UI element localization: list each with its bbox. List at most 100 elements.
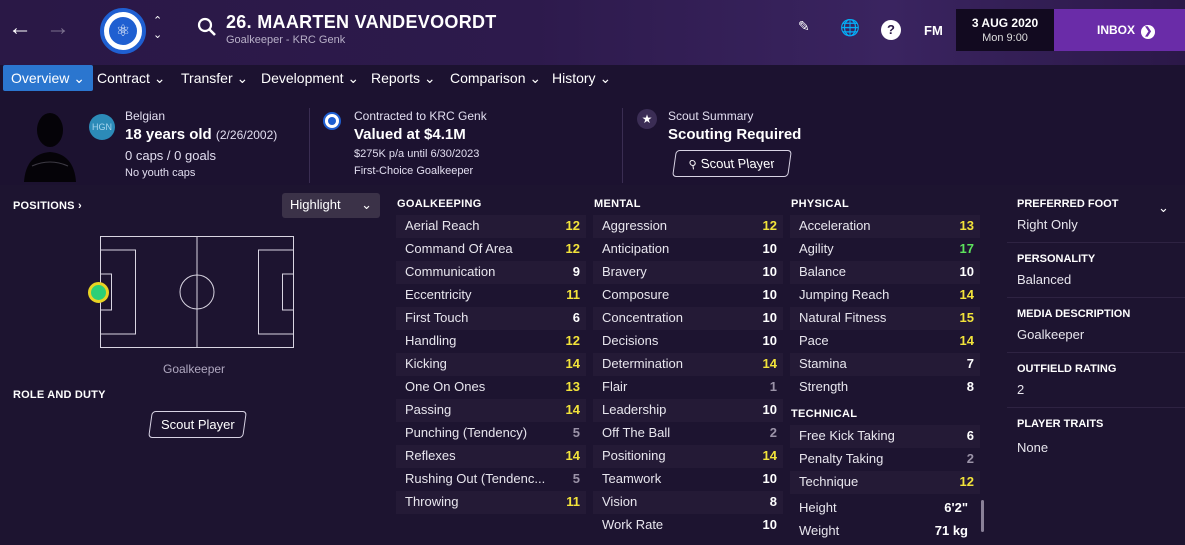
attribute-row[interactable]: One On Ones 13 [396,376,586,399]
player-traits-label: PLAYER TRAITS [1017,418,1104,430]
player-switch-icon[interactable]: ⌃ ⌄ [153,14,162,42]
attribute-row[interactable]: Flair 1 [593,376,783,399]
attribute-row[interactable]: Handling 12 [396,330,586,353]
inbox-button[interactable]: INBOX ❯ [1054,9,1185,51]
attribute-row[interactable]: Natural Fitness 15 [790,307,980,330]
attribute-row[interactable]: Decisions 10 [593,330,783,353]
attribute-row[interactable]: Bravery 10 [593,261,783,284]
tab-transfer[interactable]: Transfer ⌄ [173,65,256,91]
outfield-rating-value: 2 [1017,382,1025,397]
attribute-row[interactable]: Pace 14 [790,330,980,353]
pitch-diagram [100,236,294,348]
attribute-row[interactable]: Penalty Taking 2 [790,448,980,471]
forward-arrow-icon[interactable]: → [46,14,70,42]
attribute-name: Strength [799,379,849,394]
highlight-dropdown[interactable]: Highlight ⌄ [282,193,380,218]
attribute-name: Eccentricity [405,287,472,302]
globe-icon[interactable]: 🌐 [840,18,860,38]
attribute-value: 12 [565,241,580,256]
attribute-row[interactable]: Vision 8 [593,491,783,514]
edit-icon[interactable]: ✎ [798,18,810,35]
attribute-row[interactable]: Free Kick Taking 6 [790,425,980,448]
attribute-row[interactable]: Work Rate 10 [593,514,783,537]
attribute-row[interactable]: Passing 14 [396,399,586,422]
attribute-row[interactable]: Stamina 7 [790,353,980,376]
measurement-row: Weight 71 kg [790,520,974,543]
attribute-row[interactable]: Kicking 14 [396,353,586,376]
position-name: Goalkeeper [163,362,226,376]
attribute-row[interactable]: First Touch 6 [396,307,586,330]
role-scout-player-button[interactable]: Scout Player [148,411,247,438]
preferred-foot-value: Right Only [1017,217,1078,232]
attribute-name: Handling [405,333,457,348]
attribute-row[interactable]: Concentration 10 [593,307,783,330]
attribute-value: 10 [762,264,777,279]
attribute-row[interactable]: Balance 10 [790,261,980,284]
nationality[interactable]: Belgian [125,109,165,123]
attribute-row[interactable]: Positioning 14 [593,445,783,468]
chevron-down-icon[interactable]: ⌄ [1158,200,1169,216]
attribute-name: Technique [799,474,859,489]
squad-status: First-Choice Goalkeeper [354,165,474,177]
attribute-name: Teamwork [602,471,662,486]
back-arrow-icon[interactable]: ← [8,14,32,42]
physical-title: PHYSICAL [791,198,850,210]
side-divider [1007,297,1185,298]
date-box[interactable]: 3 AUG 2020 Mon 9:00 [956,9,1054,51]
contracted-to[interactable]: Contracted to KRC Genk [354,109,487,123]
attribute-row[interactable]: Reflexes 14 [396,445,586,468]
tab-history[interactable]: History ⌄ [544,65,619,91]
highlight-label: Highlight [290,197,341,212]
club-badge[interactable]: ⚛ [100,8,146,54]
player-subtitle[interactable]: Goalkeeper - KRC Genk [226,34,345,46]
attribute-row[interactable]: Determination 14 [593,353,783,376]
attribute-name: Punching (Tendency) [405,425,528,440]
tab-development[interactable]: Development ⌄ [253,65,367,91]
attribute-name: Aggression [602,218,668,233]
nation-flag-icon[interactable]: HGN [89,114,115,140]
attribute-row[interactable]: Teamwork 10 [593,468,783,491]
scrollbar[interactable] [981,500,984,532]
attribute-row[interactable]: Acceleration 13 [790,215,980,238]
attribute-value: 10 [762,287,777,302]
attribute-row[interactable]: Leadership 10 [593,399,783,422]
media-description-label: MEDIA DESCRIPTION [1017,308,1131,320]
tab-contract[interactable]: Contract ⌄ [89,65,174,91]
attribute-value: 12 [565,218,580,233]
attribute-name: Penalty Taking [799,451,884,466]
attribute-row[interactable]: Anticipation 10 [593,238,783,261]
attribute-row[interactable]: Technique 12 [790,471,980,494]
attribute-row[interactable]: Command Of Area 12 [396,238,586,261]
attribute-value: 10 [762,241,777,256]
attribute-row[interactable]: Agility 17 [790,238,980,261]
attribute-name: Acceleration [799,218,871,233]
attribute-value: 8 [769,494,777,509]
tab-overview[interactable]: Overview ⌄ [3,65,93,91]
tab-reports[interactable]: Reports ⌄ [363,65,444,91]
attribute-row[interactable]: Rushing Out (Tendenc... 5 [396,468,586,491]
tab-comparison[interactable]: Comparison ⌄ [442,65,549,91]
attribute-row[interactable]: Composure 10 [593,284,783,307]
attribute-row[interactable]: Punching (Tendency) 5 [396,422,586,445]
attribute-row[interactable]: Eccentricity 11 [396,284,586,307]
attribute-row[interactable]: Throwing 11 [396,491,586,514]
attribute-row[interactable]: Off The Ball 2 [593,422,783,445]
attribute-name: Kicking [405,356,447,371]
goalkeeper-position-marker[interactable] [88,282,109,303]
attribute-row[interactable]: Jumping Reach 14 [790,284,980,307]
positions-link[interactable]: POSITIONS › [13,200,82,212]
attribute-row[interactable]: Strength 8 [790,376,980,399]
help-icon[interactable]: ? [881,20,901,40]
player-traits-value: None [1017,440,1049,455]
fm-logo[interactable]: FM [924,23,943,38]
scout-summary-title: Scout Summary [668,109,754,123]
scout-player-button[interactable]: ⚲ Scout Player [672,150,792,177]
attribute-name: Flair [602,379,628,394]
attribute-row[interactable]: Communication 9 [396,261,586,284]
attribute-name: Reflexes [405,448,456,463]
search-icon[interactable] [196,16,218,38]
player-avatar [24,113,76,182]
attribute-row[interactable]: Aggression 12 [593,215,783,238]
attribute-row[interactable]: Aerial Reach 12 [396,215,586,238]
attribute-value: 12 [565,333,580,348]
